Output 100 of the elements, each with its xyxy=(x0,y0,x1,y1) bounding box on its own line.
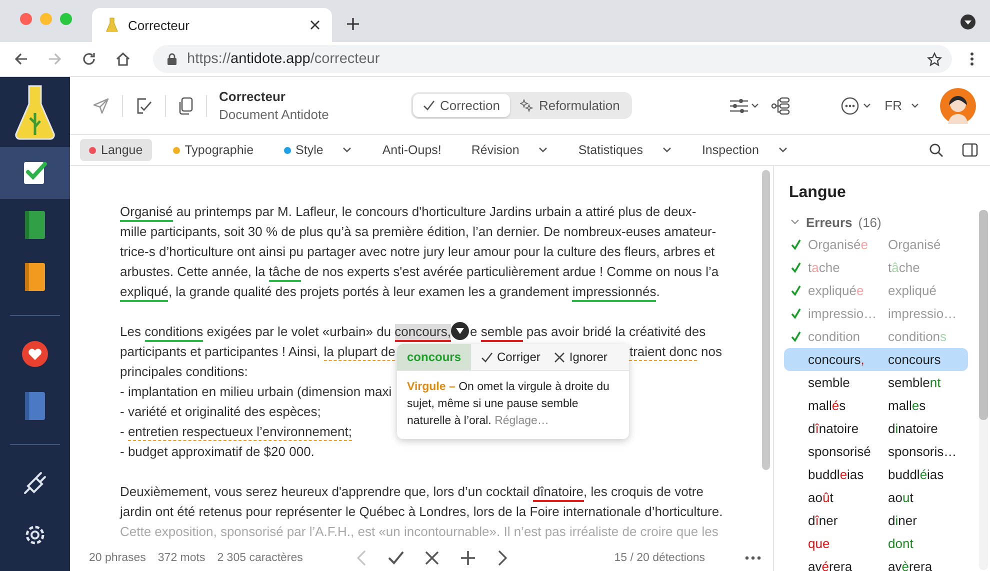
error-text: concours, xyxy=(808,352,866,367)
reload-icon[interactable] xyxy=(81,51,97,67)
ignore-icon[interactable] xyxy=(422,549,441,567)
error-text: tache xyxy=(808,260,841,275)
language-menu[interactable]: FR xyxy=(884,98,920,113)
action-button[interactable]: Ignorer xyxy=(550,350,612,364)
check-icon xyxy=(423,100,435,111)
bookmark-star-icon[interactable] xyxy=(927,52,942,66)
settings-link[interactable]: Réglage… xyxy=(494,415,549,427)
correction-text: Organisé xyxy=(888,237,941,252)
panel-title: Langue xyxy=(788,183,847,202)
error-text: mallés xyxy=(808,398,847,413)
arrow-down-circle-icon[interactable] xyxy=(451,322,470,340)
error-row[interactable]: mallés malles xyxy=(784,394,968,417)
caret-icon xyxy=(910,102,920,110)
error-row[interactable]: dîner diner xyxy=(784,509,968,532)
error-row[interactable]: buddleias buddléias xyxy=(784,463,968,486)
error-text: expliquée xyxy=(808,283,865,298)
correction-text: buddléias xyxy=(888,467,944,482)
correction-text: diner xyxy=(888,513,917,528)
error-row[interactable]: avérera avèrera xyxy=(784,555,968,571)
error-row[interactable]: concours, concours xyxy=(784,348,968,371)
error-text: semble xyxy=(808,375,851,390)
correction-text: aout xyxy=(888,490,914,505)
address-field[interactable]: https://antidote.app/correcteur xyxy=(153,45,952,73)
filter-tab[interactable]: Inspection xyxy=(692,139,797,161)
correction-text: semblent xyxy=(888,375,941,390)
book-icon xyxy=(23,391,47,421)
mode-tab[interactable]: Reformulation xyxy=(510,94,630,117)
new-tab-icon[interactable] xyxy=(346,17,360,31)
error-row[interactable]: dînatoire dinatoire xyxy=(784,417,968,440)
sidebar-item[interactable] xyxy=(0,147,70,199)
document-subtitle: Document Antidote xyxy=(219,107,330,122)
add-icon[interactable] xyxy=(458,549,477,567)
filter-tab[interactable]: Statistiques xyxy=(569,139,681,161)
home-icon[interactable] xyxy=(115,51,131,67)
scrollbar-thumb[interactable] xyxy=(762,170,770,470)
text-line: principales conditions: xyxy=(120,364,248,379)
back-icon[interactable] xyxy=(13,51,29,67)
browser-menu-icon[interactable] xyxy=(970,52,974,66)
more-menu-icon[interactable] xyxy=(840,96,873,114)
filter-tab[interactable]: Langue xyxy=(80,139,152,161)
close-tab-icon[interactable] xyxy=(310,20,320,30)
chevron-down-icon xyxy=(342,146,352,154)
filter-tab[interactable]: Typographie xyxy=(164,139,263,161)
tab-menu-icon[interactable] xyxy=(960,14,976,30)
error-text: condition xyxy=(808,329,862,344)
check-icon xyxy=(791,239,801,250)
chevron-down-icon xyxy=(662,146,672,154)
book-icon xyxy=(23,210,47,240)
error-text: août xyxy=(808,490,834,505)
explanation-text: Virgule – On omet la virgule à droite du sujet, même si une pause semble naturelle à l’oral. Réglage… xyxy=(406,380,610,429)
correction-text: impressio… xyxy=(888,306,957,321)
sparkle-icon xyxy=(520,98,534,112)
text-line: Les conditions exigées par le volet «urbain» du concours, e semble pas avoir bridé la créativité des xyxy=(120,324,706,339)
correction-text: avèrera xyxy=(888,559,932,571)
avatar-icon[interactable] xyxy=(940,88,976,124)
error-text: buddleias xyxy=(808,467,865,482)
faded-text-line: Cette exposition, sponsorisé par l’A.F.H., est «un incontournable». Il n’est pas irréaliste de croire que les xyxy=(120,524,718,539)
side-panel-icon[interactable] xyxy=(962,143,978,157)
error-text: que xyxy=(808,536,831,551)
text-line: - implantation en milieu urbain (dimension maxi xyxy=(120,384,392,399)
text-line: - budget approximatif de $20 000. xyxy=(120,444,314,459)
text-line: trice-s d’horticulture ont ainsi pu partager avec notre jury leur amour pour la culture des fleurs, arbres et xyxy=(120,244,715,259)
error-row[interactable]: semble semblent xyxy=(784,371,968,394)
browser-tab[interactable]: Correcteur xyxy=(92,8,332,42)
accept-icon[interactable] xyxy=(386,549,405,567)
document-check-icon[interactable] xyxy=(135,96,153,114)
chevron-down-icon xyxy=(778,146,788,154)
error-text: dîner xyxy=(808,513,839,528)
error-row[interactable]: que dont xyxy=(784,532,968,555)
statistic-text: 372 mots xyxy=(158,552,206,564)
detection-count: 15 / 20 détections xyxy=(614,552,705,564)
tree-icon[interactable] xyxy=(770,96,791,114)
sliders-menu-icon[interactable] xyxy=(728,98,759,114)
mode-tab[interactable]: Correction xyxy=(413,94,510,117)
correction-text: expliqué xyxy=(888,283,936,298)
filter-tab[interactable]: Anti-Oups! xyxy=(373,139,450,161)
more-icon[interactable] xyxy=(745,556,761,560)
error-text: impressio… xyxy=(808,306,878,321)
action-button[interactable]: Corriger xyxy=(477,350,544,364)
check-icon xyxy=(481,352,494,362)
search-icon[interactable] xyxy=(929,142,944,158)
tab-title: Correcteur xyxy=(128,18,190,32)
send-icon[interactable] xyxy=(92,96,110,114)
statistic-text: 20 phrases xyxy=(89,552,146,564)
filter-tab[interactable]: Révision xyxy=(462,139,558,161)
document-title: Correcteur xyxy=(219,89,286,104)
copy-icon[interactable] xyxy=(178,96,194,114)
flask-logo-icon[interactable] xyxy=(14,83,56,141)
text-line: Organisé au printemps par M. Lafleur, le concours d'horticulture Jardins urbain a attiré plus de deux- xyxy=(120,204,696,222)
filter-tab[interactable]: Style xyxy=(274,139,362,161)
group-header[interactable]: Erreurs (16) xyxy=(784,211,882,233)
text-line: - variété et originalité des espèces; xyxy=(120,404,321,419)
scrollbar-thumb[interactable] xyxy=(979,210,988,420)
error-text: avérera xyxy=(808,559,854,571)
text-line: Deuxièmement, vous serez heureux d'apprendre que, lors d’un cocktail dînatoire, les croquis de votre xyxy=(120,484,704,502)
error-row[interactable]: sponsorisé sponsoris… xyxy=(784,440,968,463)
text-line: expliqué, la grande qualité des projets portés à leur examen les a grandement impressionnés. xyxy=(120,284,660,302)
error-row[interactable]: août aout xyxy=(784,486,968,509)
